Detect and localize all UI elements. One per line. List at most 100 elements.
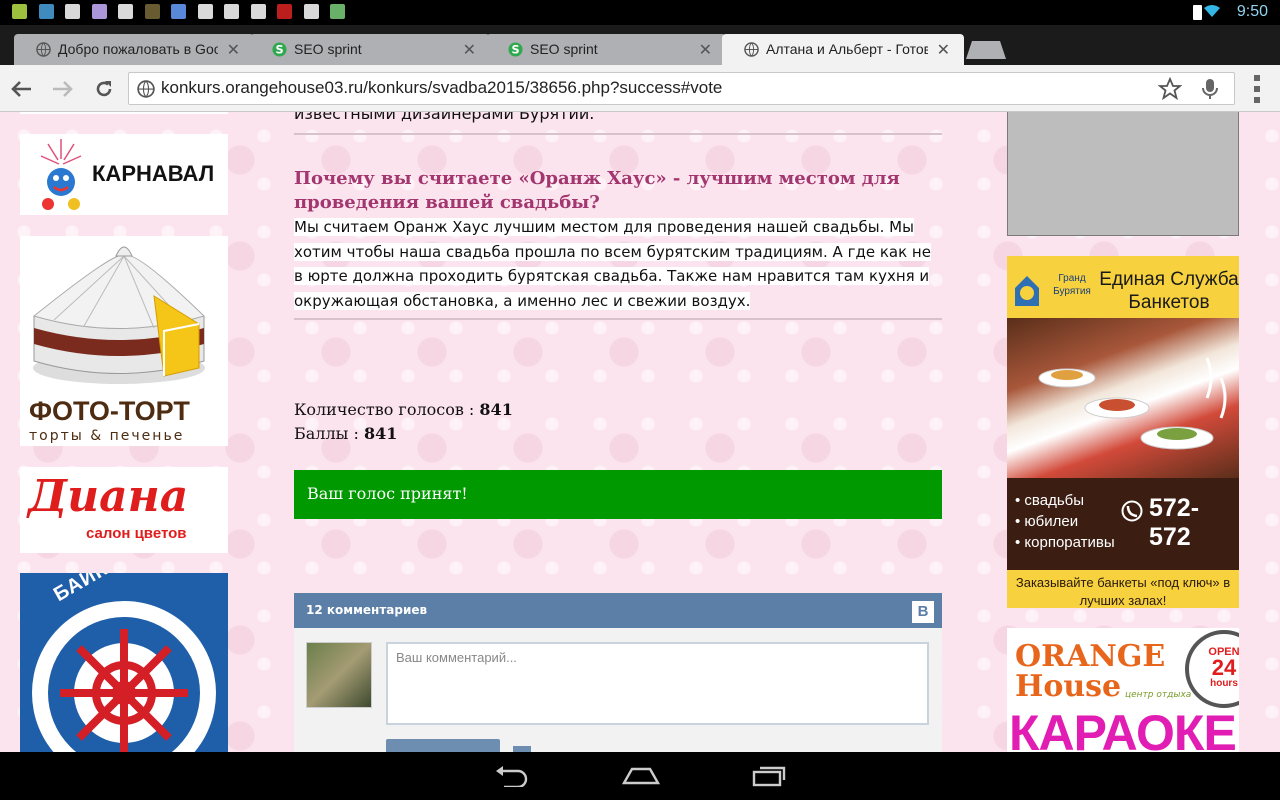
ad-banquet-service[interactable]: Гранд Бурятия Единая Служба Банкетов • с… xyxy=(1007,256,1239,608)
yurt-cake-icon xyxy=(32,246,205,384)
tab-google[interactable]: Добро пожаловать в Goo ✕ xyxy=(14,34,254,65)
notification-icon xyxy=(277,4,292,19)
ship-wheel-icon xyxy=(32,601,216,752)
submit-comment-button[interactable] xyxy=(386,739,500,752)
notification-icon xyxy=(330,4,345,19)
banquet-item: • свадьбы xyxy=(1015,492,1085,509)
grand-buryatia-logo-icon xyxy=(1015,276,1039,306)
tab-seo-sprint-2[interactable]: S SEO sprint ✕ xyxy=(486,34,726,65)
orange-house-subtitle: центр отдыха xyxy=(1125,690,1192,700)
avatar xyxy=(306,642,372,708)
open-24-badge: OPEN 24 hours xyxy=(1185,630,1239,708)
globe-icon xyxy=(137,80,155,98)
home-nav-icon[interactable] xyxy=(622,765,660,787)
phone-icon xyxy=(1121,500,1143,522)
votes-count: 841 xyxy=(479,400,513,419)
close-icon[interactable]: ✕ xyxy=(937,40,950,59)
cut-text: известными дизайнерами Бурятии. xyxy=(294,112,595,123)
back-nav-icon[interactable] xyxy=(494,765,530,787)
banquet-slogan: Заказывайте банкеты «под ключ» в лучших … xyxy=(1015,575,1231,608)
notification-icon xyxy=(224,4,239,19)
wifi-icon xyxy=(1204,5,1220,17)
foto-tort-title: ФОТО-ТОРТ xyxy=(29,396,190,426)
close-icon[interactable]: ✕ xyxy=(227,40,240,59)
vote-accepted-message: Ваш голос принят! xyxy=(294,470,942,519)
grand-buryatia-text: Гранд Бурятия xyxy=(1053,273,1091,297)
web-page: КАРНАВАЛ ФОТО-ТОРТ торты & печенье Диана… xyxy=(0,112,1280,752)
comments-header: 12 комментариев xyxy=(294,593,942,628)
browser-toolbar: konkurs.orangehouse03.ru/konkurs/svadba2… xyxy=(0,65,1280,112)
notification-icon xyxy=(91,4,107,19)
divider xyxy=(294,133,942,135)
tab-title: SEO sprint xyxy=(530,41,598,57)
microphone-icon[interactable] xyxy=(1202,78,1218,100)
seo-sprint-icon: S xyxy=(508,42,523,57)
notification-icon xyxy=(197,4,213,19)
forward-button[interactable] xyxy=(50,76,76,102)
battery-icon xyxy=(1193,5,1202,20)
banquet-title: Единая Служба Банкетов xyxy=(1099,269,1239,313)
tab-title: Алтана и Альберт - Готов xyxy=(766,41,928,57)
url-text: konkurs.orangehouse03.ru/konkurs/svadba2… xyxy=(161,78,723,97)
new-tab-button[interactable] xyxy=(966,41,1006,59)
banquet-item: • корпоративы xyxy=(1015,534,1115,551)
vk-logo-icon[interactable]: В xyxy=(912,601,934,623)
back-button[interactable] xyxy=(8,76,34,102)
ad-karnaval[interactable]: КАРНАВАЛ xyxy=(20,134,228,215)
forward-arrow-icon xyxy=(53,81,73,97)
foto-tort-subtitle: торты & печенье xyxy=(29,428,185,444)
seo-sprint-icon: S xyxy=(272,42,287,57)
banquet-items: • свадьбы • юбилеи • корпоративы xyxy=(1015,490,1115,553)
divider xyxy=(294,318,942,320)
ad-baikal[interactable]: БАЙКАЛЬСКИЙ xyxy=(20,573,228,752)
globe-icon xyxy=(36,42,51,57)
status-bar: 9:50 xyxy=(0,0,1280,25)
tab-title: Добро пожаловать в Goo xyxy=(58,41,218,57)
points-label: Баллы : xyxy=(294,424,359,443)
svg-text:S: S xyxy=(511,44,519,57)
banquet-info: • свадьбы • юбилеи • корпоративы 572-572 xyxy=(1007,478,1239,570)
notification-icon xyxy=(12,4,27,19)
banquet-item: • юбилеи xyxy=(1015,513,1079,530)
notification-icon xyxy=(118,4,133,19)
system-nav-bar xyxy=(0,752,1280,800)
back-arrow-icon xyxy=(11,81,31,97)
comment-input[interactable]: Ваш комментарий... xyxy=(386,642,929,725)
notification-icon xyxy=(171,4,186,19)
answer-text: Мы считаем Оранж Хаус лучшим местом для … xyxy=(294,215,942,313)
address-bar[interactable]: konkurs.orangehouse03.ru/konkurs/svadba2… xyxy=(128,72,1235,105)
ad-foto-tort[interactable]: ФОТО-ТОРТ торты & печенье xyxy=(20,236,228,446)
clock: 9:50 xyxy=(1236,3,1268,20)
notification-icon xyxy=(65,4,80,19)
menu-button[interactable] xyxy=(1254,75,1262,103)
recent-apps-nav-icon[interactable] xyxy=(752,765,788,787)
question-heading: Почему вы считаете «Оранж Хаус» - лучшим… xyxy=(294,168,900,213)
tab-active-altana[interactable]: Алтана и Альберт - Готов ✕ xyxy=(722,34,964,65)
ad-orange-house[interactable]: ORANGE House центр отдыха OPEN 24 hours … xyxy=(1007,628,1239,752)
plates-icon xyxy=(1038,357,1227,450)
vk-comments-widget: 12 комментариев В Ваш комментарий... xyxy=(294,593,942,752)
reload-icon xyxy=(96,81,112,97)
tab-seo-sprint-1[interactable]: S SEO sprint ✕ xyxy=(250,34,490,65)
ad-diana[interactable]: Диана салон цветов xyxy=(20,467,228,553)
reload-button[interactable] xyxy=(91,76,117,102)
diana-title: Диана xyxy=(28,471,189,522)
tab-strip: Добро пожаловать в Goo ✕ S SEO sprint ✕ … xyxy=(0,25,1280,65)
close-icon[interactable]: ✕ xyxy=(699,40,712,59)
ad-left-cut[interactable] xyxy=(20,112,228,114)
comments-count: 12 комментариев xyxy=(306,603,428,617)
karnaval-mascot-icon xyxy=(40,139,82,210)
ad-right-placeholder[interactable] xyxy=(1007,112,1239,236)
svg-text:S: S xyxy=(275,44,283,57)
globe-icon xyxy=(744,42,759,57)
close-icon[interactable]: ✕ xyxy=(463,40,476,59)
tab-title: SEO sprint xyxy=(294,41,362,57)
notification-icon xyxy=(144,4,160,19)
phone-number: 572-572 xyxy=(1149,494,1200,551)
answer-body: Мы считаем Оранж Хаус лучшим местом для … xyxy=(294,218,931,310)
notification-icon xyxy=(38,4,54,19)
banquet-photo xyxy=(1007,318,1239,478)
bookmark-star-icon[interactable] xyxy=(1158,77,1182,101)
votes-label: Количество голосов : xyxy=(294,400,475,419)
karnaval-text: КАРНАВАЛ xyxy=(92,161,215,186)
